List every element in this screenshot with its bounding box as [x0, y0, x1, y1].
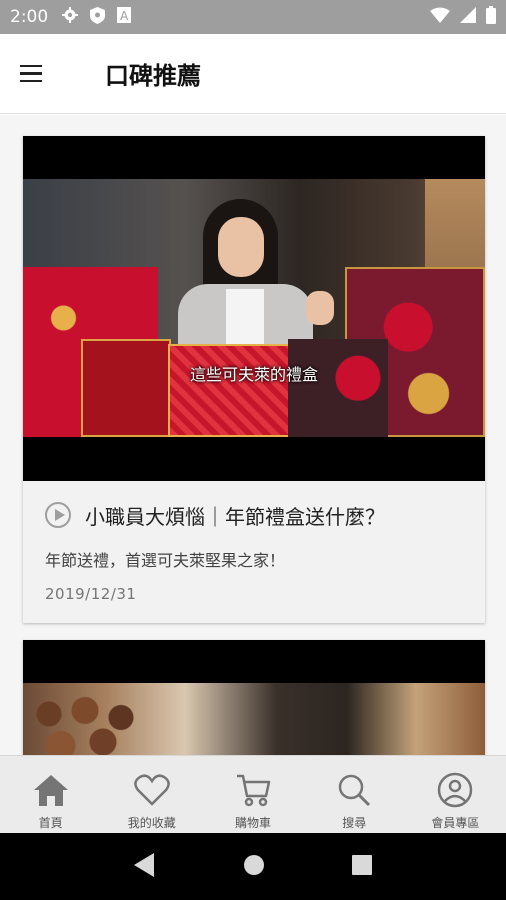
account-icon	[435, 770, 475, 810]
app-bar: 口碑推薦	[0, 34, 506, 114]
a-icon: A	[117, 7, 132, 27]
gift-box	[168, 344, 298, 437]
nav-label: 我的收藏	[127, 816, 176, 830]
play-icon[interactable]	[45, 502, 71, 528]
menu-button[interactable]	[20, 54, 60, 94]
home-icon	[31, 770, 71, 810]
cart-icon	[233, 770, 273, 810]
status-bar: 2:00 A	[0, 0, 506, 34]
gift-box	[81, 339, 171, 437]
home-circle-icon[interactable]	[243, 854, 265, 880]
nav-account[interactable]: 會員專區	[405, 756, 506, 833]
nav-favorites[interactable]: 我的收藏	[101, 756, 202, 833]
heart-icon	[132, 770, 172, 810]
video-thumbnail[interactable]: 這些可夫萊的禮盒	[23, 136, 485, 481]
nav-label: 會員專區	[431, 816, 480, 830]
hamburger-icon	[20, 64, 42, 68]
search-icon	[334, 770, 374, 810]
gift-box	[288, 339, 388, 437]
nav-label: 搜尋	[342, 816, 367, 830]
content-list[interactable]: 這些可夫萊的禮盒 小職員大煩惱｜年節禮盒送什麼？ 年節送禮，首選可夫萊堅果之家！…	[0, 115, 506, 755]
nav-search[interactable]: 搜尋	[304, 756, 405, 833]
nav-label: 首頁	[38, 816, 63, 830]
video-card[interactable]	[23, 640, 485, 755]
hamburger-icon-line	[20, 79, 42, 83]
video-subtitle: 這些可夫萊的禮盒	[189, 365, 318, 384]
card-description: 年節送禮，首選可夫萊堅果之家！	[45, 551, 286, 570]
nav-cart[interactable]: 購物車	[202, 756, 303, 833]
nav-home[interactable]: 首頁	[0, 756, 101, 833]
svg-text:A: A	[120, 9, 129, 23]
shield-icon	[90, 6, 106, 28]
card-date: 2019/12/31	[45, 585, 137, 603]
nuts-image	[31, 693, 151, 755]
card-title[interactable]: 小職員大煩惱｜年節禮盒送什麼？	[85, 501, 385, 530]
wifi-icon	[430, 7, 450, 27]
hamburger-icon-line	[20, 72, 42, 75]
video-thumbnail[interactable]	[23, 640, 485, 755]
card-title-row[interactable]: 小職員大煩惱｜年節禮盒送什麼？	[45, 495, 463, 535]
thumbnail-scene: 這些可夫萊的禮盒	[23, 179, 485, 437]
page-title: 口碑推薦	[105, 62, 201, 90]
presenter-hand	[306, 291, 334, 325]
video-card[interactable]: 這些可夫萊的禮盒 小職員大煩惱｜年節禮盒送什麼？ 年節送禮，首選可夫萊堅果之家！…	[23, 136, 485, 623]
presenter-face	[218, 217, 264, 277]
gear-icon	[62, 7, 79, 27]
nav-label: 購物車	[235, 816, 272, 830]
card-body: 小職員大煩惱｜年節禮盒送什麼？ 年節送禮，首選可夫萊堅果之家！ 2019/12/…	[23, 481, 485, 603]
bottom-nav: 首頁 我的收藏 購物車 搜尋 會員專區	[0, 755, 506, 833]
presenter	[178, 199, 334, 364]
thumbnail-scene	[23, 683, 485, 755]
battery-icon	[486, 6, 496, 28]
signal-icon	[460, 7, 476, 27]
recents-icon[interactable]	[352, 854, 373, 879]
system-nav-bar	[0, 833, 506, 900]
status-time: 2:00	[10, 7, 49, 27]
back-icon[interactable]	[133, 852, 156, 881]
